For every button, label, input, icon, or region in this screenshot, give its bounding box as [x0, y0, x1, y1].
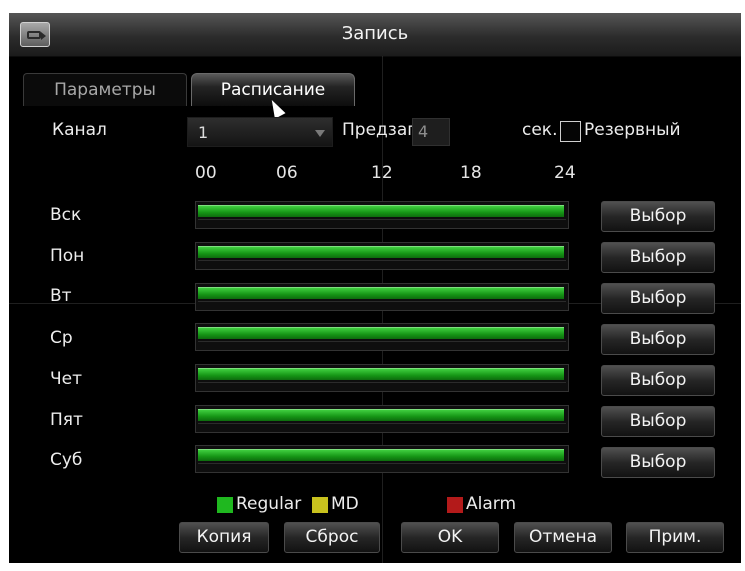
prerecord-input[interactable]: 4 — [412, 118, 450, 146]
title-bar: Запись — [9, 13, 741, 57]
select-button[interactable]: Выбор — [601, 406, 715, 437]
reserve-label: Резервный — [584, 120, 681, 140]
channel-label: Канал — [52, 120, 107, 140]
day-label: Суб — [50, 450, 83, 470]
day-label: Пон — [50, 246, 85, 266]
legend-swatch-regular — [217, 497, 233, 513]
select-button[interactable]: Выбор — [601, 201, 715, 232]
select-button[interactable]: Выбор — [601, 324, 715, 355]
hour-label: 12 — [371, 163, 393, 183]
legend-label-alarm: Alarm — [466, 494, 517, 514]
regular-segment — [198, 449, 564, 461]
legend-swatch-alarm — [447, 497, 463, 513]
schedule-timeline[interactable] — [195, 323, 569, 351]
record-window: Запись Параметры Расписание Канал 1 Пред… — [9, 13, 741, 563]
schedule-timeline[interactable] — [195, 201, 569, 229]
day-label: Вт — [50, 286, 72, 306]
legend-label-regular: Regular — [236, 494, 302, 514]
select-button[interactable]: Выбор — [601, 447, 715, 478]
regular-segment — [198, 287, 564, 299]
schedule-timeline[interactable] — [195, 364, 569, 392]
hour-label: 06 — [276, 163, 298, 183]
reserve-checkbox[interactable] — [560, 121, 581, 142]
regular-segment — [198, 205, 564, 217]
regular-segment — [198, 327, 564, 339]
legend-swatch-md — [312, 497, 328, 513]
schedule-timeline[interactable] — [195, 242, 569, 270]
hour-label: 00 — [195, 163, 217, 183]
day-label: Пят — [50, 410, 83, 430]
seconds-label: сек. — [522, 120, 558, 140]
regular-segment — [198, 409, 564, 421]
schedule-timeline[interactable] — [195, 283, 569, 311]
regular-segment — [198, 246, 564, 258]
schedule-timeline[interactable] — [195, 445, 569, 473]
select-button[interactable]: Выбор — [601, 365, 715, 396]
tab-parameters[interactable]: Параметры — [23, 73, 187, 106]
window-title: Запись — [341, 23, 409, 44]
hour-label: 24 — [554, 163, 576, 183]
apply-button[interactable]: Прим. — [626, 522, 724, 553]
day-label: Чет — [50, 369, 83, 389]
chevron-down-icon — [315, 130, 325, 137]
select-button[interactable]: Выбор — [601, 283, 715, 314]
day-label: Ср — [50, 328, 73, 348]
day-label: Вск — [50, 205, 82, 225]
ok-button[interactable]: OK — [401, 522, 499, 553]
select-button[interactable]: Выбор — [601, 242, 715, 273]
hour-label: 18 — [460, 163, 482, 183]
copy-button[interactable]: Копия — [179, 522, 269, 553]
regular-segment — [198, 368, 564, 380]
reset-button[interactable]: Сброс — [284, 522, 380, 553]
channel-select[interactable]: 1 — [187, 117, 333, 147]
legend-label-md: MD — [331, 494, 359, 514]
cancel-button[interactable]: Отмена — [514, 522, 612, 553]
channel-value: 1 — [198, 123, 209, 142]
schedule-timeline[interactable] — [195, 405, 569, 433]
